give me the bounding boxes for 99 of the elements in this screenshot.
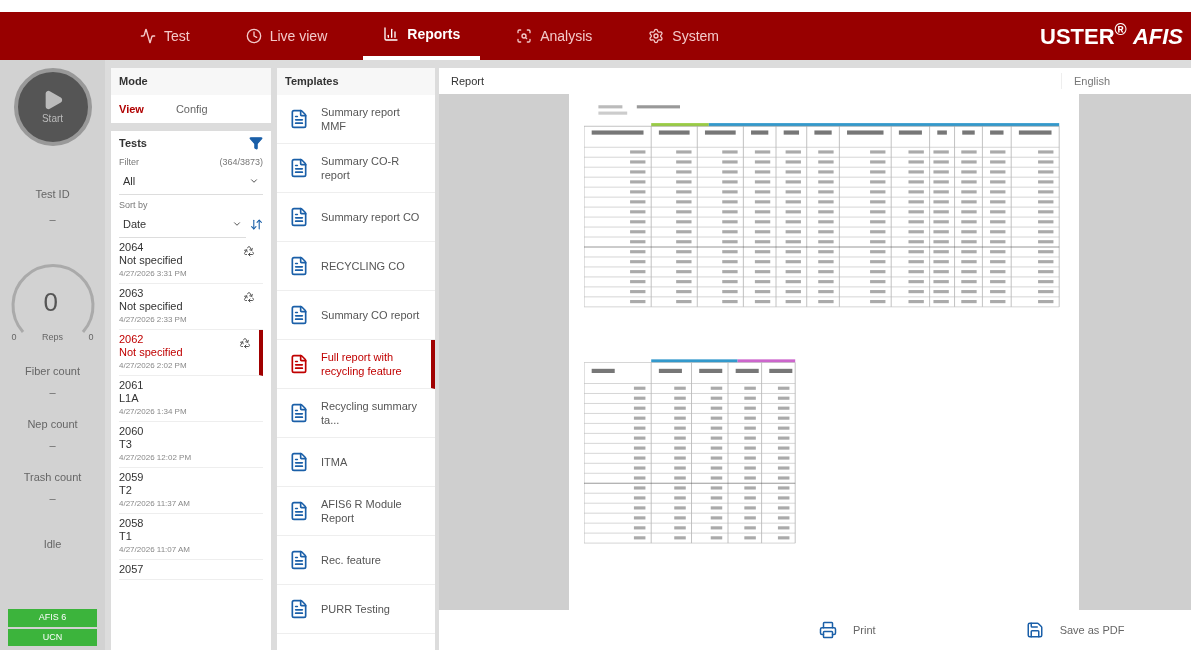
test-id: 2060: [119, 424, 145, 438]
sort-order-icon[interactable]: [250, 218, 263, 232]
reps-min: 0: [11, 331, 17, 344]
test-name: Not specified: [119, 253, 184, 267]
test-name: Not specified: [119, 345, 184, 359]
test-id: 2061: [119, 378, 145, 392]
filter-dropdown[interactable]: All: [119, 169, 263, 195]
document-icon: [289, 206, 309, 227]
test-date: 4/27/2026 3:31 PM: [119, 267, 187, 280]
mode-tab[interactable]: View: [119, 100, 144, 117]
sort-dropdown[interactable]: Date: [119, 212, 246, 238]
test-date: 4/27/2026 1:34 PM: [119, 405, 187, 418]
document-icon: [289, 108, 309, 129]
test-date: 4/27/2026 2:02 PM: [119, 359, 187, 372]
machine-state: Idle: [43, 537, 62, 552]
template-item[interactable]: Summary report MMF: [277, 94, 435, 144]
test-list-item[interactable]: 2060 T3 4/27/2026 12:02 PM: [119, 421, 263, 468]
nav-tab[interactable]: Live view: [225, 12, 348, 60]
test-list-item[interactable]: 2064 Not specified 4/27/2026 3:31 PM: [119, 237, 263, 284]
test-list-item[interactable]: 2057: [119, 559, 263, 580]
document-icon: [289, 304, 309, 325]
mode-tab[interactable]: Config: [175, 100, 208, 117]
template-item[interactable]: Rec. feature: [277, 535, 435, 585]
recycle-icon: [243, 290, 255, 303]
template-item[interactable]: Full report with recycling feature: [277, 339, 435, 389]
save-icon: [1025, 621, 1044, 639]
filter-label: Filter: [119, 155, 139, 169]
test-id-label: Test ID: [35, 187, 70, 202]
document-icon: [289, 500, 309, 521]
recycle-icon: [239, 336, 251, 349]
module-badge: AFIS 6: [8, 609, 97, 627]
count-value: –: [49, 490, 56, 506]
template-item[interactable]: RECYCLING CO: [277, 241, 435, 291]
test-list-item[interactable]: 2059 T2 4/27/2026 11:37 AM: [119, 467, 263, 514]
filter-icon[interactable]: [249, 136, 263, 151]
tests-title: Tests: [119, 136, 147, 151]
print-button[interactable]: Print: [819, 621, 876, 639]
test-name: T3: [119, 437, 133, 451]
test-date: 4/27/2026 11:37 AM: [119, 497, 191, 510]
test-id: 2062: [119, 332, 145, 346]
test-date: 4/27/2026 11:07 AM: [119, 543, 191, 556]
test-id: 2064: [119, 240, 145, 254]
test-id-value: –: [49, 211, 56, 227]
gear-icon: [648, 28, 665, 44]
test-list-item[interactable]: 2062 Not specified 4/27/2026 2:02 PM: [119, 329, 263, 376]
module-badge: UCN: [8, 628, 97, 646]
template-item[interactable]: Summary CO-R report: [277, 143, 435, 193]
sort-label: Sort by: [119, 198, 149, 212]
count-label: Trash count: [23, 470, 82, 485]
template-item[interactable]: AFIS6 R Module Report: [277, 486, 435, 536]
language-selector[interactable]: English: [1061, 72, 1191, 90]
chart-icon: [383, 26, 400, 42]
template-item[interactable]: Summary CO report: [277, 290, 435, 340]
document-icon: [289, 598, 309, 619]
test-id: 2063: [119, 286, 145, 300]
report-title: Report: [450, 73, 486, 89]
test-id: 2058: [119, 516, 145, 530]
test-name: T2: [119, 483, 133, 497]
filter-count: (364/3873): [219, 155, 263, 169]
test-id: 2057: [119, 562, 144, 576]
test-list-item[interactable]: 2063 Not specified 4/27/2026 2:33 PM: [119, 283, 263, 330]
mode-title: Mode: [111, 68, 271, 95]
clock-icon: [245, 28, 262, 44]
test-id: 2059: [119, 470, 145, 484]
recycle-icon: [243, 244, 255, 257]
start-button[interactable]: Start: [13, 68, 92, 146]
document-icon: [289, 353, 309, 374]
test-name: T1: [119, 529, 133, 543]
document-icon: [289, 451, 309, 472]
count-label: Nep count: [27, 417, 78, 432]
test-name: L1A: [119, 391, 140, 405]
document-icon: [289, 157, 309, 178]
test-list-item[interactable]: 2061 L1A 4/27/2026 1:34 PM: [119, 375, 263, 422]
reps-max: 0: [88, 331, 94, 344]
template-item[interactable]: Recycling summary ta...: [277, 388, 435, 438]
templates-title: Templates: [277, 68, 435, 95]
template-item[interactable]: Summary report CO: [277, 192, 435, 242]
test-date: 4/27/2026 12:02 PM: [119, 451, 192, 464]
magnifier-icon: [516, 28, 533, 44]
reps-label: Reps: [42, 331, 63, 344]
test-date: 4/27/2026 2:33 PM: [119, 313, 187, 326]
template-item[interactable]: ITMA: [277, 437, 435, 487]
template-item[interactable]: PURR Testing: [277, 584, 435, 634]
count-value: –: [49, 384, 56, 400]
document-icon: [289, 549, 309, 570]
nav-tab[interactable]: System: [628, 12, 739, 60]
pulse-icon: [140, 28, 156, 44]
nav-tab[interactable]: Analysis: [496, 12, 613, 60]
reps-value: 0: [43, 286, 58, 319]
test-name: Not specified: [119, 299, 184, 313]
nav-tab[interactable]: Test: [120, 12, 210, 60]
save-pdf-button[interactable]: Save as PDF: [1025, 621, 1125, 639]
count-label: Fiber count: [25, 364, 80, 379]
count-value: –: [49, 437, 56, 453]
test-list-item[interactable]: 2058 T1 4/27/2026 11:07 AM: [119, 513, 263, 560]
brand-logo: USTER$^{®}$ AFIS: [1040, 19, 1183, 51]
printer-icon: [819, 621, 837, 639]
document-icon: [289, 402, 309, 423]
document-icon: [289, 255, 309, 276]
